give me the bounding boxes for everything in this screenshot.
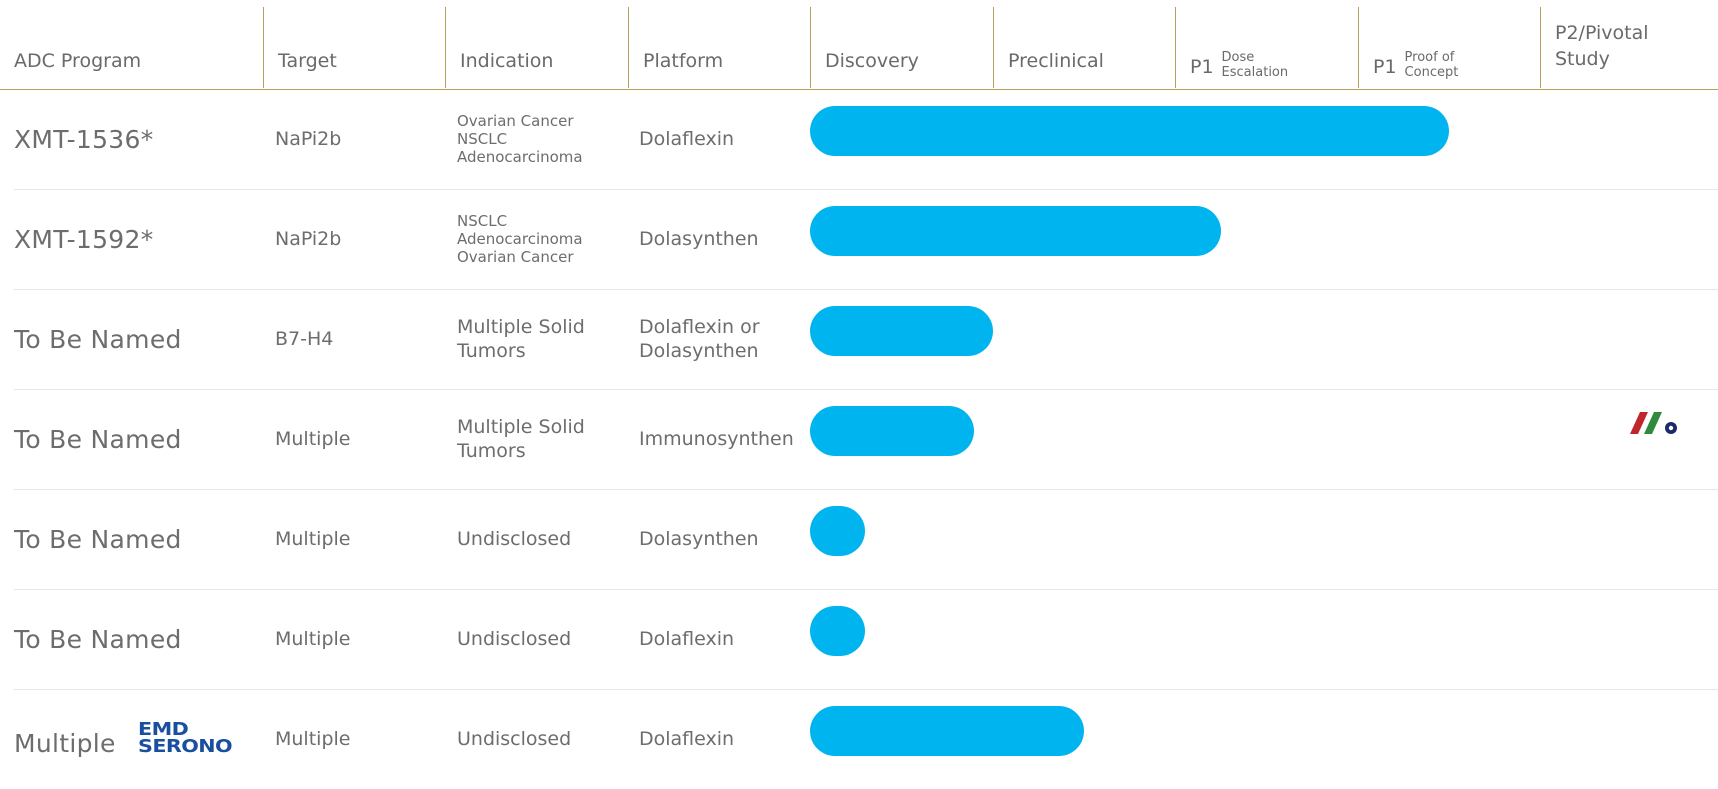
- header-p2: P2/Pivotal Study: [1540, 7, 1718, 88]
- header-program-label: ADC Program: [14, 50, 142, 72]
- target-cell: Multiple: [275, 628, 351, 650]
- header-p1-poc: P1 Proof of Concept: [1358, 7, 1540, 88]
- platform-line: Dolasynthen: [639, 228, 759, 250]
- header-p1-dose-label: P1 Dose Escalation: [1190, 50, 1288, 80]
- program-name: XMT-1592*: [14, 224, 154, 254]
- progress-bar: [810, 206, 1221, 256]
- header-p2-line1: P2/Pivotal: [1555, 22, 1649, 44]
- header-discovery: Discovery: [810, 7, 993, 88]
- emd-serono-logo: EMD SERONO: [137, 720, 233, 757]
- header-indication-label: Indication: [460, 50, 554, 72]
- target-cell: Multiple: [275, 528, 351, 550]
- platform-line: Dolaflexin: [639, 628, 735, 650]
- indication-cell: Ovarian Cancer NSCLC Adenocarcinoma: [457, 89, 583, 189]
- platform-cell: Dolaflexin: [639, 689, 734, 789]
- header-p2-line2: Study: [1555, 48, 1610, 70]
- header-p1-dose-sub1: Dose: [1221, 50, 1255, 65]
- header-target-label: Target: [278, 50, 337, 72]
- indication-line: Ovarian Cancer: [457, 112, 574, 130]
- indication-line: NSCLC: [457, 130, 508, 148]
- progress-bar: [810, 106, 1450, 156]
- indication-line: Ovarian Cancer: [457, 248, 574, 266]
- platform-line: Dolasynthen: [639, 340, 759, 362]
- indication-cell: Undisclosed: [457, 689, 571, 789]
- target-cell: Multiple: [275, 428, 351, 450]
- program-name: XMT-1536*: [14, 124, 154, 154]
- program-cell: To Be Named: [14, 289, 182, 389]
- program-cell: XMT-1536*: [14, 89, 154, 189]
- header-program: ADC Program: [0, 7, 263, 88]
- header-platform: Platform: [628, 7, 810, 88]
- indication-cell: Undisclosed: [457, 589, 571, 689]
- program-cell: Multiple EMD SERONO: [14, 689, 232, 789]
- indication-line: Undisclosed: [457, 628, 572, 650]
- header-preclinical: Preclinical: [993, 7, 1175, 88]
- indication-cell: Undisclosed: [457, 489, 571, 589]
- table-header: ADC Program Target Indication Platform D…: [0, 0, 1718, 90]
- target-cell: NaPi2b: [275, 228, 342, 250]
- platform-line: Immunosynthen: [639, 428, 794, 450]
- header-p1-poc-sub1: Proof of: [1404, 50, 1455, 65]
- indication-line: Undisclosed: [457, 528, 572, 550]
- program-name: To Be Named: [14, 324, 182, 354]
- program-name: To Be Named: [14, 424, 182, 454]
- platform-cell: Dolasynthen: [639, 189, 759, 289]
- indication-cell: Multiple Solid Tumors: [457, 389, 585, 489]
- header-p1-poc-label: P1 Proof of Concept: [1373, 50, 1458, 80]
- program-cell: To Be Named: [14, 489, 182, 589]
- header-target: Target: [263, 7, 445, 88]
- progress-bar: [810, 306, 993, 356]
- header-p1-poc-sub2: Concept: [1404, 65, 1459, 80]
- platform-line: Dolaflexin or: [639, 316, 760, 338]
- header-discovery-label: Discovery: [825, 50, 919, 72]
- header-indication: Indication: [445, 7, 628, 88]
- header-preclinical-label: Preclinical: [1008, 50, 1104, 72]
- platform-cell: Dolaflexin or Dolasynthen: [639, 289, 760, 389]
- target-cell: NaPi2b: [275, 128, 342, 150]
- mersana-logo-icon: [1630, 412, 1677, 434]
- table-row: To Be Named Multiple Undisclosed Dolasynthe…: [14, 489, 1718, 590]
- table-row: To Be Named Multiple Undisclosed Dolaflexin: [14, 589, 1718, 690]
- progress-bar: [810, 406, 975, 456]
- platform-line: Dolasynthen: [639, 528, 759, 550]
- progress-bar: [810, 606, 865, 656]
- target-cell: B7-H4: [275, 328, 334, 350]
- indication-line: Adenocarcinoma: [457, 230, 583, 248]
- platform-line: Dolaflexin: [639, 728, 735, 750]
- program-cell: To Be Named: [14, 389, 182, 489]
- indication-line: Multiple Solid: [457, 316, 585, 338]
- platform-cell: Dolasynthen: [639, 489, 759, 589]
- header-p1-dose-sub2: Escalation: [1221, 65, 1289, 80]
- indication-line: Undisclosed: [457, 728, 572, 750]
- program-name: To Be Named: [14, 524, 182, 554]
- header-p1-dose: P1 Dose Escalation: [1175, 7, 1358, 88]
- indication-line: Adenocarcinoma: [457, 148, 583, 166]
- header-p1-poc-main: P1: [1373, 56, 1397, 78]
- indication-cell: NSCLC Adenocarcinoma Ovarian Cancer: [457, 189, 583, 289]
- indication-line: NSCLC: [457, 212, 508, 230]
- indication-line: Multiple Solid: [457, 416, 585, 438]
- indication-line: Tumors: [457, 340, 526, 362]
- platform-cell: Dolaflexin: [639, 589, 734, 689]
- program-cell: To Be Named: [14, 589, 182, 689]
- platform-line: Dolaflexin: [639, 128, 735, 150]
- progress-bar: [810, 706, 1084, 756]
- program-name: To Be Named: [14, 624, 182, 654]
- header-p1-dose-main: P1: [1190, 56, 1214, 78]
- platform-cell: Dolaflexin: [639, 89, 734, 189]
- progress-bar: [810, 506, 865, 556]
- platform-cell: Immunosynthen: [639, 389, 794, 489]
- indication-line: Tumors: [457, 440, 526, 462]
- header-p2-label: P2/Pivotal Study: [1555, 20, 1649, 72]
- indication-cell: Multiple Solid Tumors: [457, 289, 585, 389]
- program-name: Multiple: [14, 728, 116, 758]
- program-cell: XMT-1592*: [14, 189, 154, 289]
- target-cell: Multiple: [275, 728, 351, 750]
- header-platform-label: Platform: [643, 50, 724, 72]
- emd-serono-logo-text: SERONO: [137, 735, 233, 757]
